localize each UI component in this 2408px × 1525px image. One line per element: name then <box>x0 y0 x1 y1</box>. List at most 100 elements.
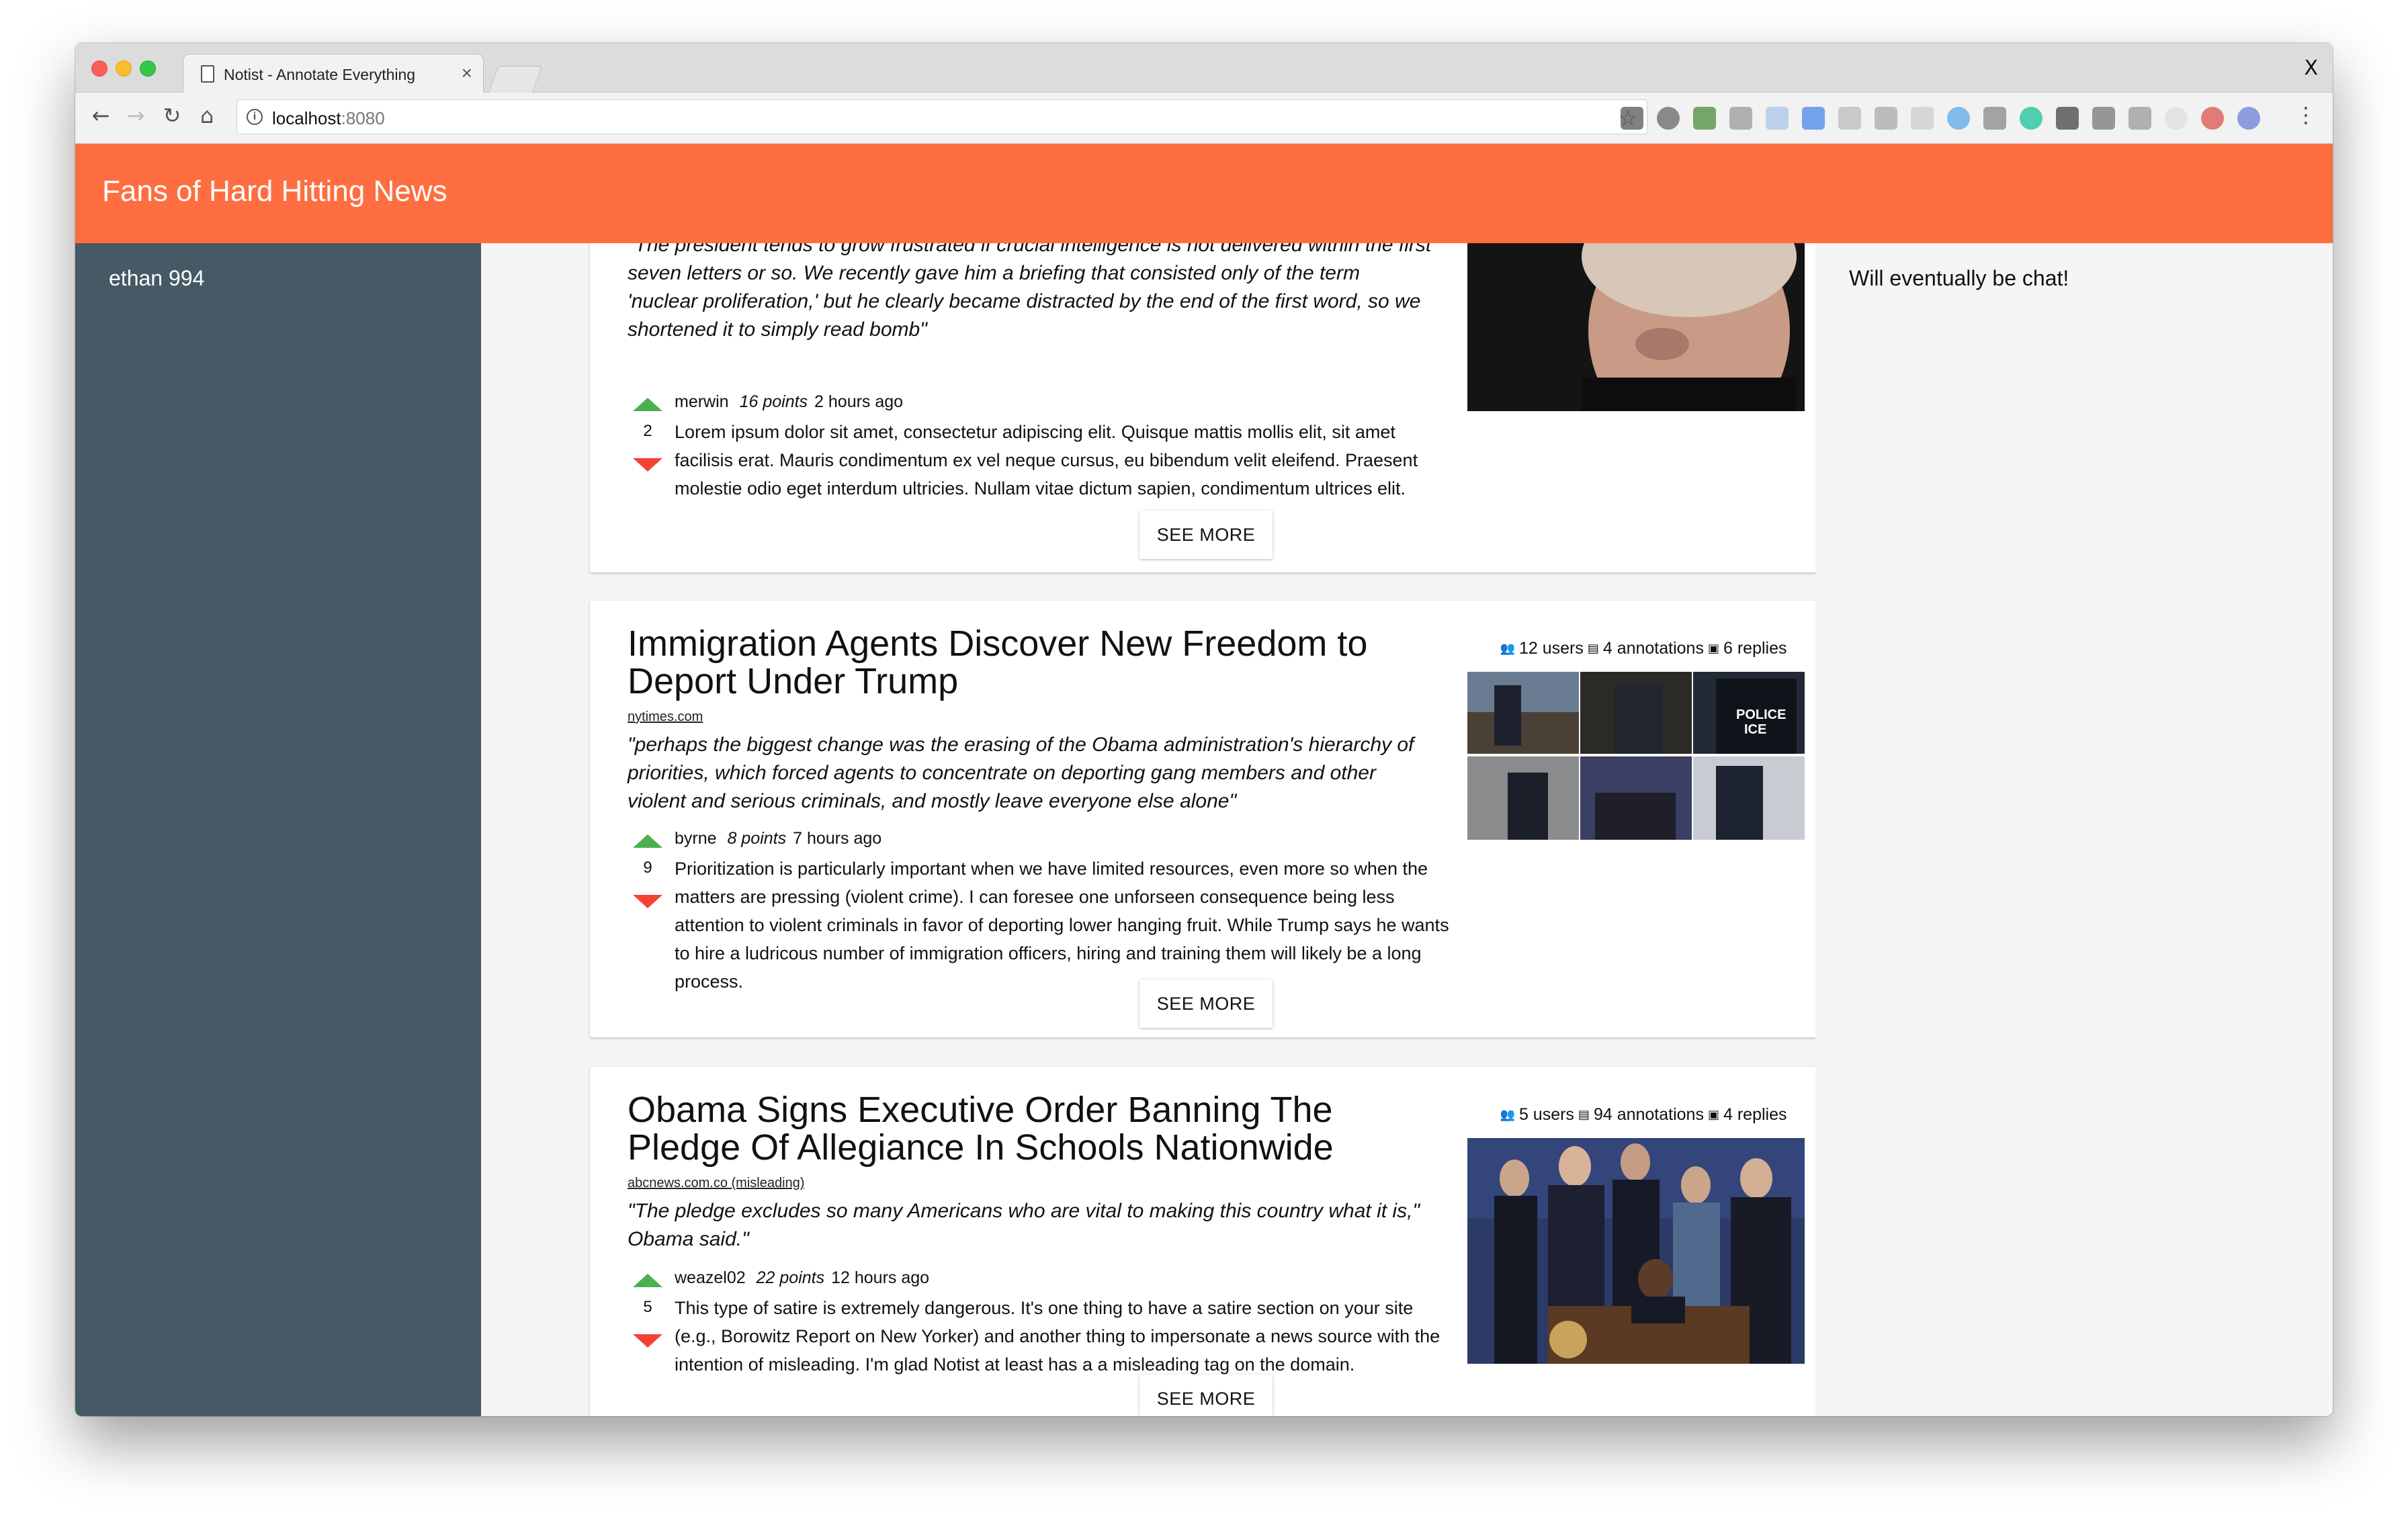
maximize-window-button[interactable] <box>140 60 156 77</box>
hypothesis-icon[interactable] <box>2128 107 2151 130</box>
address-bar[interactable]: i localhost:8080 ☆ <box>236 99 1647 134</box>
comment-body: This type of satire is extremely dangero… <box>675 1298 1440 1375</box>
grid-extension-icon[interactable] <box>1911 107 1934 130</box>
grammarly-icon[interactable] <box>2020 107 2042 130</box>
home-icon[interactable]: ⌂ <box>194 102 220 129</box>
translate-icon[interactable] <box>1802 107 1825 130</box>
replies-count: 6 replies <box>1723 638 1787 658</box>
tab-title: Notist - Annotate Everything <box>224 66 416 83</box>
forum-icon: ▣ <box>1707 1107 1719 1122</box>
article-quote: "perhaps the biggest change was the eras… <box>628 734 1414 812</box>
tab-close-icon[interactable]: × <box>462 62 472 84</box>
signing-photo <box>1467 1138 1805 1364</box>
app-body: ethan 994 "The president tends to grow f… <box>75 243 2333 1416</box>
vote-count: 2 <box>643 422 652 440</box>
comment-points: 8 points <box>727 829 787 848</box>
annotations-count: 4 annotations <box>1602 638 1704 658</box>
downvote-arrow-icon[interactable] <box>633 458 662 472</box>
users-count: 12 users <box>1518 638 1584 658</box>
comment-points: 16 points <box>739 392 808 411</box>
upvote-arrow-icon[interactable] <box>633 834 662 848</box>
url-text: localhost:8080 <box>272 108 385 129</box>
see-more-button[interactable]: SEE MORE <box>1140 511 1273 559</box>
minimize-window-button[interactable] <box>116 60 132 77</box>
reader-icon[interactable] <box>2056 107 2079 130</box>
top-comment: 5 weazel02 22 points 12 hours ago This typ… <box>628 1268 1440 1416</box>
record-icon[interactable] <box>2201 107 2224 130</box>
app-header: Fans of Hard Hitting News <box>75 144 2333 243</box>
pocket-icon[interactable] <box>1621 107 1643 130</box>
window-close-icon[interactable]: X <box>2304 56 2318 80</box>
article-source-link[interactable]: abcnews.com.co (misleading) <box>628 1176 804 1191</box>
browser-titlebar: Notist - Annotate Everything × X <box>75 43 2333 93</box>
vote-count: 5 <box>643 1298 652 1316</box>
downvote-arrow-icon[interactable] <box>633 1334 662 1348</box>
reload-icon[interactable]: ↻ <box>159 102 185 129</box>
comment-icon: ▤ <box>1587 641 1599 656</box>
onepassword-icon[interactable] <box>1657 107 1680 130</box>
upvote-arrow-icon[interactable] <box>633 1274 662 1287</box>
forum-icon: ▣ <box>1707 641 1719 656</box>
feed: "The president tends to grow frustrated … <box>481 243 1815 1416</box>
comment-time: 2 hours ago <box>814 392 904 411</box>
comment-time: 7 hours ago <box>793 829 882 848</box>
svg-text:POLICE: POLICE <box>1736 707 1786 722</box>
info-icon[interactable]: i <box>247 109 263 125</box>
browser-tab[interactable]: Notist - Annotate Everything × <box>183 54 484 93</box>
people-icon: 👥 <box>1500 641 1515 656</box>
back-arrow-icon[interactable]: ← <box>87 102 114 129</box>
new-tab-button[interactable] <box>488 66 543 93</box>
comment-meta: weazel02 22 points 12 hours ago <box>675 1268 929 1288</box>
users-count: 5 users <box>1518 1104 1574 1124</box>
svg-text:ICE: ICE <box>1744 722 1766 737</box>
upvote-arrow-icon[interactable] <box>633 398 662 411</box>
browser-menu-icon[interactable]: ⋮ <box>2295 102 2317 128</box>
shield-icon[interactable] <box>1729 107 1752 130</box>
app-title[interactable]: Fans of Hard Hitting News <box>102 175 447 208</box>
replies-count: 4 replies <box>1723 1104 1787 1124</box>
image-grid: POLICE ICE <box>1467 672 1805 840</box>
article-source-link[interactable]: nytimes.com <box>628 709 703 725</box>
article-title[interactable]: Immigration Agents Discover New Freedom … <box>628 625 1407 700</box>
chat-extension-icon[interactable] <box>1838 107 1861 130</box>
article-card: "The president tends to grow frustrated … <box>590 243 1815 572</box>
forward-arrow-icon[interactable]: → <box>122 102 149 129</box>
extension-icon[interactable] <box>1766 107 1789 130</box>
extension-icons <box>1621 106 2260 130</box>
dots-extension-icon[interactable] <box>2237 107 2260 130</box>
chat-placeholder: Will eventually be chat! <box>1849 266 2069 290</box>
sync-icon[interactable] <box>2165 107 2188 130</box>
camera-icon[interactable] <box>1983 107 2006 130</box>
url-port: :8080 <box>341 108 385 128</box>
twitter-icon[interactable] <box>1947 107 1970 130</box>
sidebar-user-item[interactable]: ethan 994 <box>109 266 204 291</box>
comment-icon: ▤ <box>1578 1107 1590 1122</box>
article-thumbnail <box>1467 243 1805 445</box>
see-more-button[interactable]: SEE MORE <box>1140 1375 1273 1416</box>
article-title[interactable]: Obama Signs Executive Order Banning The … <box>628 1091 1407 1166</box>
comment-body: Lorem ipsum dolor sit amet, consectetur … <box>675 422 1418 498</box>
comment-user[interactable]: merwin <box>675 392 729 411</box>
comment-body: Prioritization is particularly important… <box>675 859 1449 992</box>
comment-meta: byrne 8 points 7 hours ago <box>675 829 882 848</box>
close-window-button[interactable] <box>91 60 108 77</box>
document-icon[interactable] <box>1875 107 1897 130</box>
article-image-grid: POLICE ICE <box>1467 672 1805 840</box>
browser-toolbar: ← → ↻ ⌂ i localhost:8080 ☆ <box>75 93 2333 144</box>
article-quote: "The president tends to grow frustrated … <box>628 243 1432 341</box>
top-comment: 2 merwin 16 points 2 hours ago Lorem ipsum… <box>628 392 1434 540</box>
comment-meta: merwin 16 points 2 hours ago <box>675 392 903 412</box>
top-comment: 9 byrne 8 points 7 hours ago Prioritizatio… <box>628 829 1449 992</box>
downvote-arrow-icon[interactable] <box>633 895 662 908</box>
comment-user[interactable]: byrne <box>675 829 717 848</box>
evernote-icon[interactable] <box>1693 107 1716 130</box>
people-icon: 👥 <box>1500 1107 1515 1122</box>
see-more-button[interactable]: SEE MORE <box>1140 979 1273 1028</box>
comment-points: 22 points <box>756 1268 825 1287</box>
article-quote: "The pledge excludes so many Americans w… <box>628 1200 1420 1250</box>
article-stats: 👥 5 users ▤ 94 annotations ▣ 4 replies <box>1475 1103 1811 1126</box>
comment-user[interactable]: weazel02 <box>675 1268 746 1287</box>
article-stats: 👥 12 users ▤ 4 annotations ▣ 6 replies <box>1475 637 1811 660</box>
sidebar: ethan 994 <box>75 243 481 1416</box>
wikipedia-icon[interactable] <box>2092 107 2115 130</box>
